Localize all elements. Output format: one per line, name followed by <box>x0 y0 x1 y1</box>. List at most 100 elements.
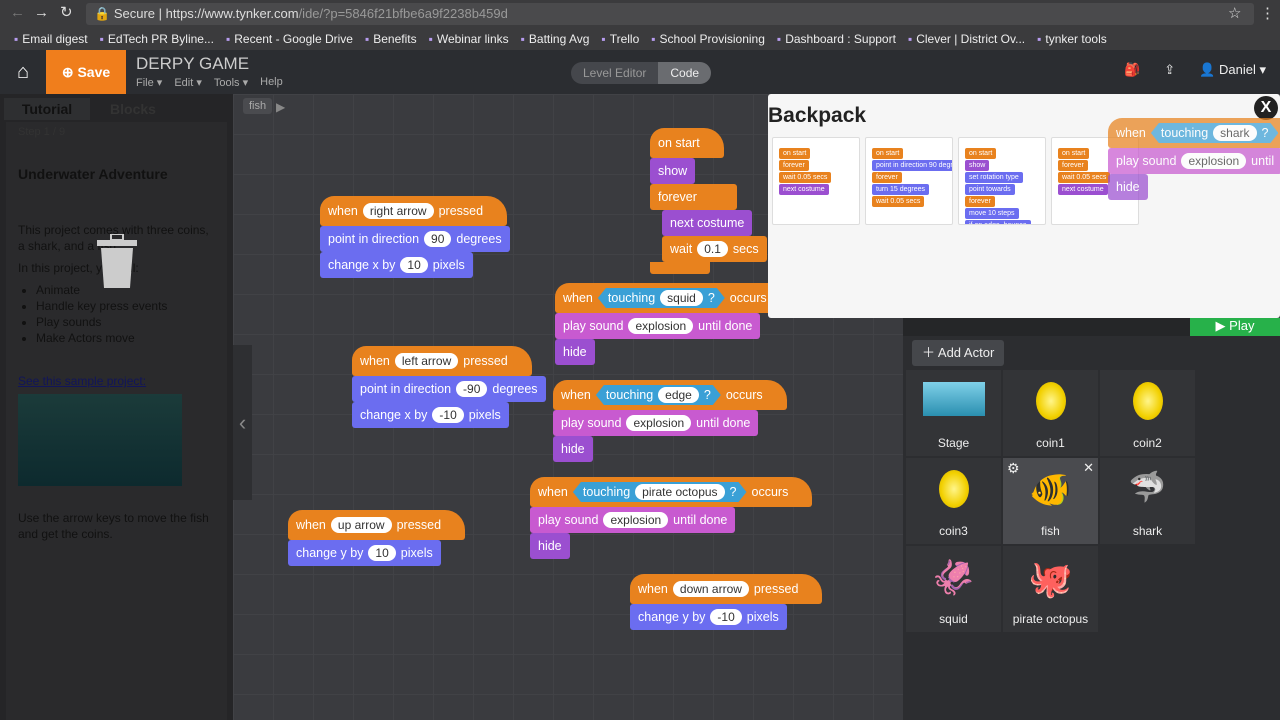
tab-level-editor[interactable]: Level Editor <box>571 62 659 84</box>
actor-tile[interactable]: coin2 <box>1100 370 1195 456</box>
menu-help[interactable]: Help <box>260 76 283 89</box>
block-input[interactable]: explosion <box>603 512 669 528</box>
code-block[interactable]: hide <box>553 436 593 462</box>
sensing-block[interactable]: touching edge? <box>596 385 721 405</box>
block-input[interactable]: left arrow <box>394 353 459 369</box>
code-block[interactable]: play sound explosion until done <box>553 410 759 436</box>
block-input[interactable]: -90 <box>456 381 488 397</box>
code-block[interactable]: wait 0.1 secs <box>662 236 767 262</box>
sample-project-thumbnail[interactable] <box>18 394 182 486</box>
block-input[interactable]: down arrow <box>672 581 749 597</box>
address-bar[interactable]: 🔒 Secure | https://www.tynker.com/ide/?p… <box>86 3 1254 25</box>
bookmark-item[interactable]: ▪ tynker tools <box>1037 28 1107 50</box>
bookmark-item[interactable]: ▪ Clever | District Ov... <box>908 28 1025 50</box>
actor-tile[interactable]: Stage <box>906 370 1001 456</box>
share-icon[interactable]: ⇪ <box>1164 62 1175 78</box>
backpack-item[interactable]: on start forever wait 0.05 secs next costum… <box>772 137 860 225</box>
bookmark-item[interactable]: ▪ Benefits <box>365 28 417 50</box>
sensing-block[interactable]: touching pirate octopus? <box>573 482 747 502</box>
actor-tile[interactable]: coin3 <box>906 458 1001 544</box>
block-input[interactable]: 10 <box>368 545 396 561</box>
trash-icon[interactable] <box>95 234 139 288</box>
code-block[interactable]: change y by -10 pixels <box>630 604 787 630</box>
block-input[interactable]: explosion <box>1181 153 1247 169</box>
tab-tutorial[interactable]: Tutorial <box>4 98 90 120</box>
block-input[interactable]: shark <box>1213 125 1256 141</box>
block-input[interactable]: explosion <box>628 318 694 334</box>
collapse-panel-button[interactable]: ‹ <box>233 345 252 500</box>
bookmark-item[interactable]: ▪ Email digest <box>14 28 88 50</box>
script-stack[interactable]: when down arrow pressed change y by -10 pixel… <box>630 574 823 630</box>
script-stack[interactable]: on start show forever next costume wait 0.1 se… <box>650 128 767 274</box>
menu-tools[interactable]: Tools ▾ <box>214 76 248 89</box>
code-block[interactable]: hide <box>555 339 595 365</box>
sensing-block[interactable]: touching squid? <box>598 288 725 308</box>
menu-icon[interactable]: ⋮ <box>1260 4 1275 22</box>
block-input[interactable]: squid <box>660 290 703 306</box>
menu-file[interactable]: File ▾ <box>136 76 162 89</box>
code-block[interactable]: when touching squid? occurs <box>555 283 791 313</box>
script-stack[interactable]: when touching squid? occurs play sound explos… <box>555 283 791 365</box>
code-block[interactable]: change x by 10 pixels <box>320 252 473 278</box>
forward-icon[interactable]: → <box>34 4 49 21</box>
bookmark-item[interactable]: ▪ Batting Avg <box>521 28 590 50</box>
block-input[interactable]: pirate octopus <box>635 484 724 500</box>
reload-icon[interactable]: ↻ <box>60 3 73 21</box>
code-block[interactable]: on start <box>650 128 724 158</box>
code-block[interactable]: show <box>650 158 696 184</box>
script-stack[interactable]: whentouchingshark?ocplay soundexplosionu… <box>1108 118 1280 200</box>
tab-code[interactable]: Code <box>658 62 712 84</box>
code-block[interactable]: point in direction 90 degrees <box>320 226 510 252</box>
script-stack[interactable]: when touching pirate octopus? occurs play so… <box>530 477 813 559</box>
menu-edit[interactable]: Edit ▾ <box>174 76 202 89</box>
sensing-block[interactable]: touching shark? <box>1151 123 1279 143</box>
code-block[interactable]: when down arrow pressed <box>630 574 823 604</box>
code-block[interactable]: when touching pirate octopus? occurs <box>530 477 813 507</box>
block-input[interactable]: edge <box>658 387 699 403</box>
script-stack[interactable]: when up arrow pressed change y by 10 pixels <box>288 510 466 566</box>
code-block[interactable]: hide <box>1108 174 1148 200</box>
actor-tile[interactable]: 🐠 fish ⚙ ✕ <box>1003 458 1098 544</box>
backpack-icon[interactable]: 🎒 <box>1124 62 1140 78</box>
block-input[interactable]: 0.1 <box>697 241 728 257</box>
user-menu[interactable]: 👤 Daniel ▾ <box>1199 62 1266 78</box>
code-block[interactable]: next costume <box>662 210 753 236</box>
code-block[interactable]: change y by 10 pixels <box>288 540 441 566</box>
script-stack[interactable]: when right arrow pressed point in direction… <box>320 196 510 278</box>
save-button[interactable]: ⊕ Save <box>46 50 126 94</box>
home-button[interactable]: ⌂ <box>0 50 46 94</box>
code-block[interactable]: whentouchingshark?oc <box>1108 118 1280 148</box>
code-block[interactable]: hide <box>530 533 570 559</box>
code-block[interactable]: when left arrow pressed <box>352 346 532 376</box>
bookmark-item[interactable]: ▪ Recent - Google Drive <box>226 28 353 50</box>
play-button[interactable]: ▶ Play <box>1190 318 1280 336</box>
bookmark-item[interactable]: ▪ Dashboard : Support <box>777 28 896 50</box>
backpack-item[interactable]: on startpoint in direction 90 degreesfor… <box>865 137 953 225</box>
code-block[interactable]: when up arrow pressed <box>288 510 466 540</box>
bookmark-item[interactable]: ▪ Trello <box>601 28 639 50</box>
close-icon[interactable]: ✕ <box>1083 460 1094 476</box>
actor-tile[interactable]: 🦈 shark <box>1100 458 1195 544</box>
actor-tile[interactable]: coin1 <box>1003 370 1098 456</box>
gear-icon[interactable]: ⚙ <box>1007 460 1020 477</box>
backpack-item[interactable]: on start show set rotation type point towar… <box>958 137 1046 225</box>
tab-blocks[interactable]: Blocks <box>90 98 176 120</box>
block-input[interactable]: up arrow <box>330 517 392 533</box>
breadcrumb[interactable]: fish <box>243 98 273 114</box>
block-input[interactable]: -10 <box>432 407 464 423</box>
block-input[interactable]: right arrow <box>362 203 434 219</box>
code-block[interactable]: play sound explosion until done <box>530 507 736 533</box>
actor-tile[interactable]: 🦑 squid <box>906 546 1001 632</box>
code-block[interactable]: play sound explosion until <box>1108 148 1280 174</box>
code-block[interactable]: when touching edge? occurs <box>553 380 787 410</box>
actor-tile[interactable]: 🐙 pirate octopus <box>1003 546 1098 632</box>
code-block[interactable]: forever <box>650 184 737 210</box>
project-title[interactable]: DERPY GAME <box>136 54 249 74</box>
bookmark-item[interactable]: ▪ School Provisioning <box>651 28 765 50</box>
star-icon[interactable]: ☆ <box>1228 4 1241 22</box>
script-stack[interactable]: when touching edge? occurs play sound explosi… <box>553 380 787 462</box>
code-block[interactable]: play sound explosion until done <box>555 313 761 339</box>
bookmark-item[interactable]: ▪ EdTech PR Byline... <box>100 28 214 50</box>
code-block[interactable]: point in direction -90 degrees <box>352 376 546 402</box>
close-button[interactable]: X <box>1254 96 1278 120</box>
